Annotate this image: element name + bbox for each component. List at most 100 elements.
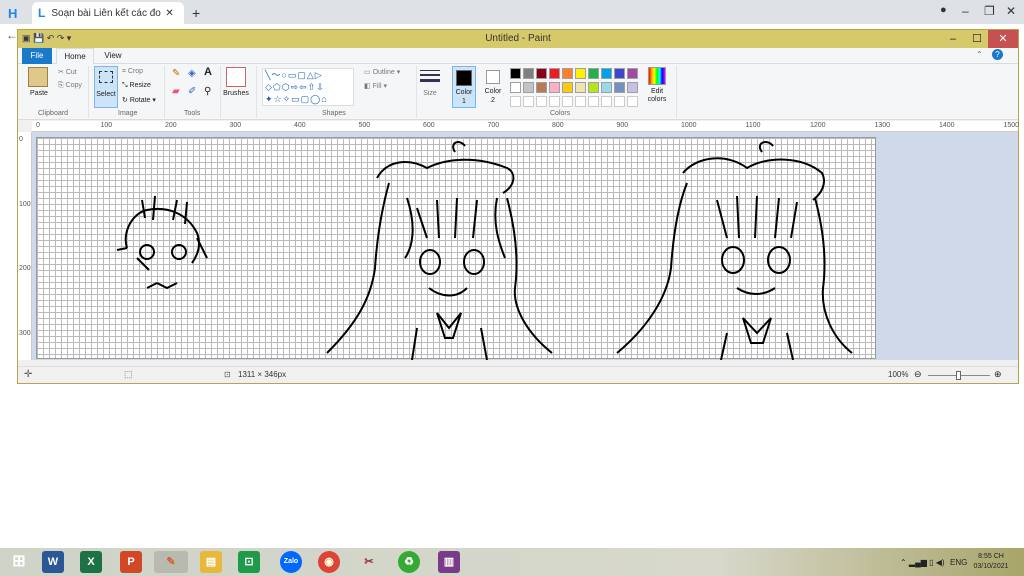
fill-bucket-icon[interactable]: ◈ [188,68,196,79]
palette-empty-swatch[interactable] [601,96,612,107]
brushes-icon[interactable] [226,67,246,87]
ruler-tick-label: 0 [19,136,23,143]
word-icon[interactable]: W [42,551,64,573]
zoom-out-icon[interactable]: ⊖ [914,369,922,380]
new-tab-button[interactable]: + [192,2,200,24]
zoom-in-icon[interactable]: ⊕ [994,369,1002,380]
browser-minimize-button[interactable]: – [962,4,969,18]
paste-button[interactable]: Paste [24,90,54,97]
select-icon [99,71,113,83]
shapes-gallery[interactable]: ╲〜○▭▢△▷ ◇⬠⬡⇨⇦⇧⇩ ✦☆✧▭▢◯⌂ [262,68,354,106]
language-indicator[interactable]: ENG [950,558,967,567]
palette-swatch[interactable] [614,82,625,93]
file-explorer-icon[interactable]: ▤ [200,551,222,573]
color2-button[interactable]: Color 2 [482,68,506,110]
start-button[interactable]: ⊞ [8,551,30,573]
palette-empty-swatch[interactable] [562,96,573,107]
text-tool-icon[interactable]: A [204,66,212,78]
edit-colors-icon[interactable] [648,67,666,85]
palette-swatch[interactable] [536,68,547,79]
palette-swatch[interactable] [627,68,638,79]
zoom-level: 100% [888,370,909,379]
palette-empty-swatch[interactable] [614,96,625,107]
palette-swatch[interactable] [562,82,573,93]
help-icon[interactable]: ? [992,49,1003,60]
clock-date[interactable]: 03/10/2021 [972,563,1010,570]
ruler-tick-label: 700 [487,122,500,129]
palette-swatch[interactable] [614,68,625,79]
color1-button[interactable]: Color 1 [452,66,476,108]
account-icon[interactable]: ● [940,4,947,16]
tab-title: Soạn bài Liên kết các đoạn văn tr [51,7,161,19]
tab-close-icon[interactable]: ✕ [165,8,173,19]
snipping-tool-icon[interactable]: ✂ [358,551,380,573]
palette-empty-swatch[interactable] [523,96,534,107]
store-icon[interactable]: ⊡ [238,551,260,573]
palette-swatch[interactable] [601,82,612,93]
chrome-icon[interactable]: ◉ [318,551,340,573]
paste-icon[interactable] [28,67,48,87]
clock-time[interactable]: 8:55 CH [976,553,1006,560]
tab-file[interactable]: File [22,48,52,64]
drawing-canvas[interactable] [36,137,876,360]
palette-swatch[interactable] [510,82,521,93]
zalo-icon[interactable]: Zalo [280,551,302,573]
edit-colors-label[interactable]: Edit [642,88,672,95]
cut-button[interactable]: ✂ Cut [58,68,77,76]
palette-swatch[interactable] [601,68,612,79]
system-tray-icons[interactable]: ⌃ ▂▄▆ ▯ ◀) [900,558,945,567]
color-picker-icon[interactable]: ✐ [188,86,196,97]
select-button[interactable]: Select [94,66,118,108]
rotate-button[interactable]: ↻ Rotate ▾ [122,96,156,104]
browser-maximize-button[interactable]: ❐ [984,4,995,18]
magnifier-icon[interactable]: ⚲ [204,86,211,97]
winrar-icon[interactable]: ▥ [438,551,460,573]
palette-swatch[interactable] [575,82,586,93]
palette-swatch[interactable] [523,82,534,93]
crop-button[interactable]: ⌗ Crop [122,68,143,76]
ruler-tick-label: 900 [616,122,629,129]
outline-button[interactable]: ▭ Outline ▾ [364,68,400,76]
palette-swatch[interactable] [510,68,521,79]
paint-close-button[interactable]: ✕ [988,30,1018,48]
edit-colors-label-2[interactable]: colors [642,96,672,103]
palette-empty-swatch[interactable] [549,96,560,107]
color2-number: 2 [491,97,495,104]
tab-view[interactable]: View [98,48,128,64]
palette-empty-swatch[interactable] [536,96,547,107]
browser-close-button[interactable]: ✕ [1006,4,1016,18]
palette-swatch[interactable] [523,68,534,79]
palette-empty-swatch[interactable] [627,96,638,107]
fill-button[interactable]: ◧ Fill ▾ [364,82,387,90]
palette-swatch[interactable] [627,82,638,93]
app-icon[interactable]: ♻ [398,551,420,573]
palette-swatch[interactable] [549,82,560,93]
palette-swatch[interactable] [575,68,586,79]
paint-minimize-button[interactable]: – [940,30,966,48]
palette-swatch[interactable] [588,68,599,79]
excel-icon[interactable]: X [80,551,102,573]
size-button[interactable]: Size [418,90,442,97]
resize-button[interactable]: ⤡ Resize [122,82,151,90]
shapes-group-label: Shapes [322,110,346,117]
paint-maximize-button[interactable]: ☐ [964,30,990,48]
browser-tab[interactable]: L Soạn bài Liên kết các đoạn văn tr ✕ [32,2,184,24]
powerpoint-icon[interactable]: P [120,551,142,573]
size-icon[interactable] [420,68,440,86]
tab-home[interactable]: Home [56,48,94,64]
paint-taskbar-icon[interactable]: ✎ [154,551,188,573]
collapse-ribbon-icon[interactable]: ⌃ [976,50,983,59]
palette-swatch[interactable] [588,82,599,93]
palette-empty-swatch[interactable] [575,96,586,107]
palette-empty-swatch[interactable] [588,96,599,107]
brushes-button[interactable]: Brushes [220,90,252,97]
palette-swatch[interactable] [536,82,547,93]
ruler-tick-label: 100 [19,200,31,208]
zoom-slider-thumb[interactable] [956,371,961,380]
eraser-icon[interactable]: ▰ [172,86,180,97]
palette-swatch[interactable] [549,68,560,79]
palette-empty-swatch[interactable] [510,96,521,107]
palette-swatch[interactable] [562,68,573,79]
copy-button[interactable]: ⎘ Copy [58,82,82,90]
pencil-icon[interactable]: ✎ [172,68,180,79]
